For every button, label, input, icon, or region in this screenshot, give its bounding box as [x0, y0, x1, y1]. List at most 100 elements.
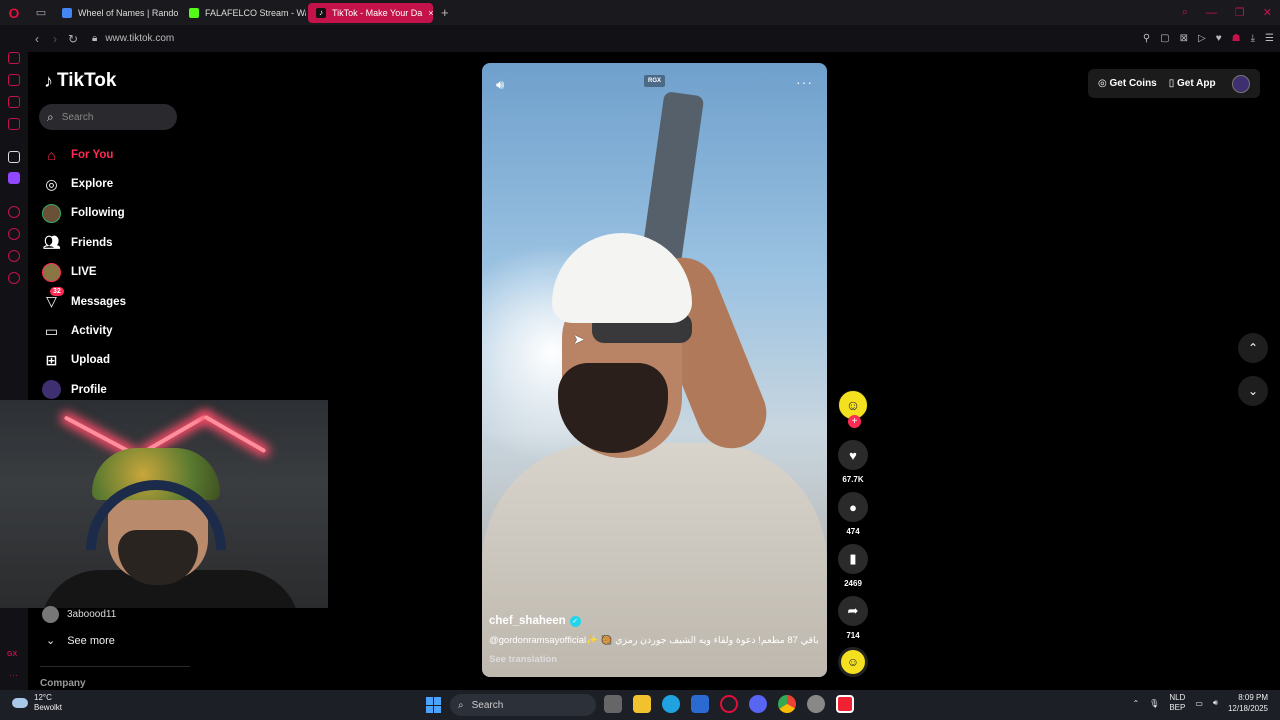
opera-gx-icon[interactable]: [720, 695, 738, 713]
nav-item-live[interactable]: LIVE: [42, 258, 192, 287]
sidebar-settings-icon[interactable]: [8, 272, 20, 284]
previous-video-button[interactable]: ⌃: [1238, 333, 1268, 363]
sidebar-player-icon[interactable]: [8, 206, 20, 218]
gx-icon[interactable]: GX: [7, 651, 17, 658]
following-avatar: [42, 203, 61, 223]
see-more-button[interactable]: ⌄ See more: [46, 634, 115, 648]
like-action[interactable]: ♥ 67.7K: [838, 440, 868, 485]
discord-icon[interactable]: [749, 695, 767, 713]
minimize-icon[interactable]: —: [1206, 7, 1217, 19]
sidebar-app-icon[interactable]: [8, 151, 20, 163]
company-link[interactable]: Company: [40, 678, 86, 689]
search-tabs-icon[interactable]: ⌕: [1182, 6, 1188, 19]
microphone-icon[interactable]: 🎙︎: [1149, 699, 1159, 708]
nav-item-explore[interactable]: ◎ Explore: [42, 169, 192, 198]
start-button-icon[interactable]: [426, 697, 442, 713]
following-account-item[interactable]: 3aboood11: [42, 606, 116, 623]
tab-wheel-of-names[interactable]: Wheel of Names | Rando: [54, 3, 179, 23]
store-icon[interactable]: [691, 695, 709, 713]
sidebar-twitch-icon[interactable]: [8, 172, 20, 184]
avatar: [42, 606, 59, 623]
file-explorer-icon[interactable]: [633, 695, 651, 713]
author-username: chef_shaheen: [489, 615, 566, 627]
more-icon[interactable]: ···: [9, 670, 18, 680]
nav-item-friends[interactable]: 👥︎ Friends: [42, 228, 192, 257]
sidebar-mail-icon[interactable]: [8, 118, 20, 130]
music-disc-icon[interactable]: ☺: [838, 647, 868, 677]
next-video-button[interactable]: ⌄: [1238, 376, 1268, 406]
tiktok-logo[interactable]: ♪ TikTok: [44, 70, 116, 92]
see-translation-button[interactable]: See translation: [489, 654, 824, 665]
chrome-icon[interactable]: [778, 695, 796, 713]
heart-icon[interactable]: ♥: [1216, 33, 1222, 44]
more-options-icon[interactable]: ···: [796, 74, 813, 90]
get-app-button[interactable]: ▯ Get App: [1169, 78, 1216, 89]
task-view-icon[interactable]: [604, 695, 622, 713]
forward-icon[interactable]: ›: [46, 32, 64, 46]
pin-icon[interactable]: ⚲: [1143, 33, 1150, 44]
search-input[interactable]: ⌕ Search: [39, 104, 177, 130]
comment-icon[interactable]: ●: [838, 492, 868, 522]
url-field[interactable]: 🔒︎ www.tiktok.com: [92, 33, 174, 44]
heart-icon[interactable]: ♥: [838, 440, 868, 470]
nav-label: Explore: [71, 178, 114, 191]
tab-tiktok[interactable]: ♪ TikTok - Make Your Da ×: [308, 2, 433, 23]
edge-icon[interactable]: [662, 695, 680, 713]
nav-item-messages[interactable]: ▽ 32 Messages: [42, 286, 192, 316]
window-controls: ⌕ — ❐ ✕: [1182, 0, 1272, 25]
opera-logo-icon[interactable]: O: [0, 0, 28, 25]
video-author[interactable]: chef_shaheen ✓: [489, 615, 824, 627]
video-player[interactable]: 🔊︎ RGX ··· chef_shaheen ✓ @gordonramsayo…: [482, 63, 827, 677]
app-icon[interactable]: [836, 695, 854, 713]
share-icon[interactable]: ➦: [838, 596, 868, 626]
windows-taskbar: 12°C Bewolkt ⌕ Search ⌃ 🎙︎ NLD BEP ▭ 🔊︎ …: [0, 690, 1280, 720]
bookmark-icon[interactable]: ▮: [838, 544, 868, 574]
weather-widget[interactable]: 12°C Bewolkt: [12, 693, 62, 713]
speaker-icon[interactable]: 🔊︎: [1213, 698, 1218, 708]
workspaces-icon[interactable]: ▭: [28, 0, 54, 25]
comment-count: 474: [846, 527, 860, 536]
keyboard-layout: BEP: [1169, 703, 1186, 712]
nav-item-activity[interactable]: ▭ Activity: [42, 316, 192, 345]
screen: O ▭ Wheel of Names | Rando FALAFELCO Str…: [0, 0, 1280, 720]
sidebar-bag-icon[interactable]: [8, 74, 20, 86]
volume-icon[interactable]: 🔊︎: [496, 77, 504, 93]
download-icon[interactable]: ⤓: [1251, 33, 1255, 44]
play-icon[interactable]: ▷: [1198, 33, 1206, 44]
clock[interactable]: 8:09 PM 12/18/2025: [1228, 692, 1268, 714]
get-coins-button[interactable]: ◎ Get Coins: [1098, 78, 1157, 89]
sidebar-history-icon[interactable]: [8, 228, 20, 240]
sidebar-messenger-icon[interactable]: [8, 96, 20, 108]
profile-icon[interactable]: ☗: [1232, 33, 1241, 44]
shield-icon[interactable]: ⊠: [1180, 33, 1188, 44]
snapshot-icon[interactable]: ▢: [1160, 33, 1169, 44]
comment-action[interactable]: ● 474: [838, 492, 868, 537]
tab-falafelco-stream[interactable]: FALAFELCO Stream - Wa: [181, 3, 306, 23]
creator-avatar[interactable]: ☺ +: [838, 390, 868, 428]
restore-icon[interactable]: ❐: [1235, 6, 1245, 19]
chevron-up-icon[interactable]: ⌃: [1132, 699, 1139, 708]
profile-avatar: [42, 380, 61, 400]
save-action[interactable]: ▮ 2469: [838, 544, 868, 589]
reload-icon[interactable]: ↻: [64, 32, 82, 46]
nav-item-following[interactable]: Following: [42, 199, 192, 228]
obs-icon[interactable]: [807, 695, 825, 713]
close-window-icon[interactable]: ✕: [1263, 6, 1272, 19]
network-icon[interactable]: ▭: [1195, 699, 1203, 708]
tab-label: Wheel of Names | Rando: [78, 7, 179, 18]
taskbar-search[interactable]: ⌕ Search: [450, 694, 596, 716]
sidebar-pinboard-icon[interactable]: [8, 250, 20, 262]
close-icon[interactable]: ×: [428, 8, 433, 18]
sidebar-aria-icon[interactable]: [8, 52, 20, 64]
back-icon[interactable]: ‹: [28, 32, 46, 46]
share-action[interactable]: ➦ 714: [838, 596, 868, 641]
nav-item-upload[interactable]: ⊞ Upload: [42, 346, 192, 375]
follow-plus-icon[interactable]: +: [848, 415, 861, 428]
url-text: www.tiktok.com: [105, 33, 175, 44]
language-indicator[interactable]: NLD BEP: [1169, 693, 1185, 713]
new-tab-button[interactable]: +: [441, 5, 449, 20]
nav-item-for-you[interactable]: ⌂ For You: [42, 140, 192, 169]
menu-icon[interactable]: ☰: [1265, 33, 1274, 44]
avatar[interactable]: [1232, 74, 1250, 93]
upload-icon: ⊞: [45, 351, 58, 368]
